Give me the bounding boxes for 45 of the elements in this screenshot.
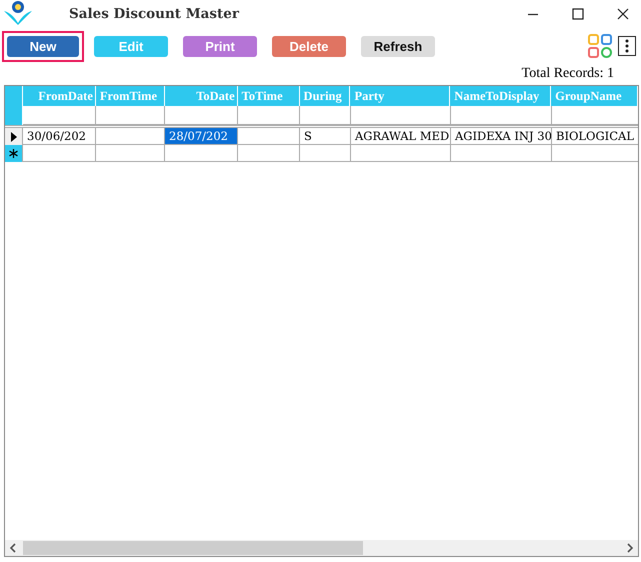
filter-cell[interactable] <box>451 106 552 125</box>
filter-cell[interactable] <box>96 106 165 125</box>
table-cell <box>300 145 351 162</box>
scroll-right-icon[interactable] <box>626 543 634 553</box>
table-cell: S <box>300 128 351 145</box>
delete-button[interactable]: Delete <box>272 36 346 56</box>
current-row-icon <box>10 132 16 142</box>
table-cell: 28/07/202 <box>165 128 238 145</box>
asterisk-icon <box>9 149 18 158</box>
column-header[interactable]: Party <box>350 86 450 106</box>
table-cell: 30/06/202 <box>23 128 96 145</box>
column-header[interactable]: GroupName <box>551 86 638 106</box>
scroll-left-icon[interactable] <box>9 543 17 553</box>
filter-cell[interactable] <box>300 106 351 125</box>
edit-button[interactable]: Edit <box>94 36 168 56</box>
row-header[interactable] <box>5 145 23 162</box>
filter-cell[interactable] <box>351 106 451 125</box>
table-cell: AGIDEXA INJ 30 <box>451 128 552 145</box>
row-header <box>5 106 23 125</box>
column-header[interactable]: FromDate <box>23 86 96 106</box>
more-icon[interactable] <box>618 36 636 56</box>
print-button[interactable]: Print <box>183 36 257 56</box>
maximize-icon[interactable] <box>572 8 584 20</box>
window-title: Sales Discount Master <box>69 6 239 22</box>
column-header[interactable]: During <box>300 86 350 106</box>
table-cell <box>96 145 165 162</box>
row-header[interactable] <box>5 128 23 145</box>
close-icon[interactable] <box>617 8 629 20</box>
filter-cell[interactable] <box>238 106 300 125</box>
logo-icon <box>2 0 34 25</box>
column-header[interactable]: ToTime <box>238 86 300 106</box>
refresh-button[interactable]: Refresh <box>361 36 435 56</box>
column-header[interactable]: FromTime <box>96 86 165 106</box>
table-cell <box>238 145 300 162</box>
grid-icon[interactable] <box>588 34 612 58</box>
new-button[interactable]: New <box>7 36 79 56</box>
filter-cell[interactable] <box>165 106 238 125</box>
scrollbar-thumb[interactable] <box>23 541 363 555</box>
table-cell: BIOLOGICAL <box>552 128 638 145</box>
filter-cell[interactable] <box>23 106 96 125</box>
table-cell: AGRAWAL MED <box>351 128 451 145</box>
column-header[interactable]: ToDate <box>164 86 238 106</box>
total-records: Total Records: 1 <box>522 66 614 82</box>
column-header[interactable]: NameToDisplay <box>450 86 552 106</box>
horizontal-scrollbar[interactable] <box>5 540 638 556</box>
